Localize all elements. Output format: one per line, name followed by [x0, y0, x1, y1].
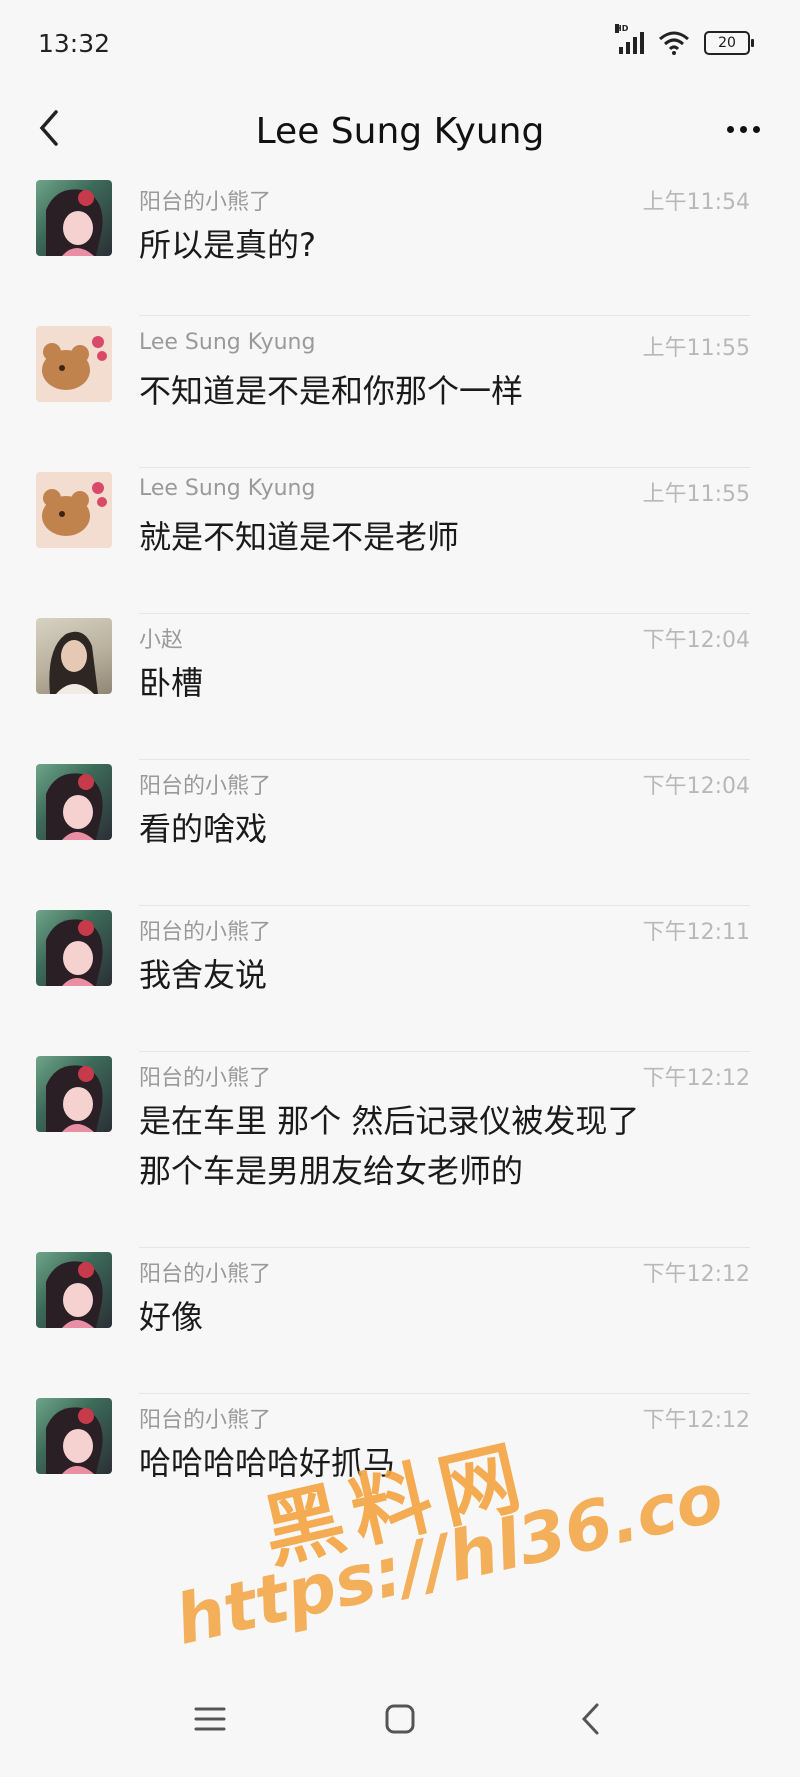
message-text: 就是不知道是不是老师: [139, 518, 460, 556]
status-time: 13:32: [38, 28, 111, 58]
battery-level: 20: [718, 35, 736, 51]
message-item[interactable]: 小赵 下午12:04 卧槽: [0, 614, 800, 760]
menu-button[interactable]: [180, 1689, 240, 1749]
anime-girl-avatar[interactable]: [36, 180, 112, 256]
sender-name: 阳台的小熊了: [139, 190, 272, 215]
message-item[interactable]: 阳台的小熊了 上午11:54 所以是真的?: [0, 176, 800, 316]
home-button[interactable]: [370, 1689, 430, 1749]
more-dots-icon: [727, 125, 734, 133]
message-time: 下午12:12: [642, 1066, 750, 1091]
anime-girl-avatar[interactable]: [36, 764, 112, 840]
message-item[interactable]: Lee Sung Kyung 上午11:55 不知道是不是和你那个一样: [0, 322, 800, 468]
message-text: 不知道是不是和你那个一样: [139, 372, 524, 410]
message-text: 我舍友说: [139, 956, 268, 994]
message-item[interactable]: 阳台的小熊了 下午12:04 看的啥戏: [0, 760, 800, 906]
system-nav-bar: [0, 1660, 800, 1777]
sender-name: Lee Sung Kyung: [139, 330, 316, 355]
signal-icon: HD: [615, 24, 644, 54]
bear-avatar[interactable]: [36, 326, 112, 402]
back-icon: [581, 1703, 599, 1734]
message-item[interactable]: Lee Sung Kyung 上午11:55 就是不知道是不是老师: [0, 468, 800, 614]
more-button[interactable]: [727, 104, 760, 154]
message-line: 那个车是男朋友给女老师的: [139, 1152, 524, 1190]
back-button[interactable]: [28, 98, 68, 158]
message-time: 下午12:04: [642, 774, 750, 799]
home-icon: [385, 1704, 415, 1733]
message-item[interactable]: 阳台的小熊了 下午12:12 是在车里 那个 然后记录仪被发现了 那个车是男朋友…: [0, 1052, 800, 1248]
message-time: 下午12:11: [642, 920, 750, 945]
photo-avatar[interactable]: [36, 618, 112, 694]
message-text: 看的啥戏: [139, 810, 268, 848]
message-time: 上午11:55: [642, 482, 750, 507]
message-list[interactable]: 阳台的小熊了 上午11:54 所以是真的? Lee Sung Kyung 上午1…: [0, 176, 800, 1524]
nav-back-button[interactable]: [560, 1689, 620, 1749]
status-bar: 13:32 HD 20: [0, 0, 800, 86]
message-text: 卧槽: [139, 664, 204, 702]
chevron-left-icon: [39, 110, 58, 146]
sender-name: 小赵: [139, 628, 184, 653]
message-time: 上午11:55: [642, 336, 750, 361]
sender-name: Lee Sung Kyung: [139, 476, 316, 501]
status-icons: HD 20: [615, 24, 754, 55]
anime-girl-avatar[interactable]: [36, 1056, 112, 1132]
anime-girl-avatar[interactable]: [36, 1398, 112, 1474]
message-item[interactable]: 阳台的小熊了 下午12:12 好像: [0, 1248, 800, 1394]
chat-header: Lee Sung Kyung: [0, 86, 800, 176]
message-text: 是在车里 那个 然后记录仪被发现了 那个车是男朋友给女老师的: [139, 1096, 759, 1196]
chat-title: Lee Sung Kyung: [255, 110, 545, 152]
bear-avatar[interactable]: [36, 472, 112, 548]
message-item[interactable]: 阳台的小熊了 下午12:11 我舍友说: [0, 906, 800, 1052]
sender-name: 阳台的小熊了: [139, 1066, 272, 1091]
anime-girl-avatar[interactable]: [36, 910, 112, 986]
message-time: 上午11:54: [642, 190, 750, 215]
message-time: 下午12:12: [642, 1262, 750, 1287]
hd-label: HD: [615, 24, 629, 33]
message-time: 下午12:04: [642, 628, 750, 653]
sender-name: 阳台的小熊了: [139, 1262, 272, 1287]
message-text: 好像: [139, 1298, 204, 1336]
menu-icon: [194, 1707, 226, 1730]
message-line: 是在车里 那个 然后记录仪被发现了: [139, 1102, 640, 1140]
sender-name: 阳台的小熊了: [139, 774, 272, 799]
sender-name: 阳台的小熊了: [139, 920, 272, 945]
watermark: 黑料网 https://hl36.co: [150, 1420, 770, 1680]
anime-girl-avatar[interactable]: [36, 1252, 112, 1328]
divider: [139, 315, 750, 316]
battery-icon: 20: [704, 31, 754, 55]
wifi-icon: [659, 31, 689, 55]
message-text: 所以是真的?: [139, 226, 316, 264]
